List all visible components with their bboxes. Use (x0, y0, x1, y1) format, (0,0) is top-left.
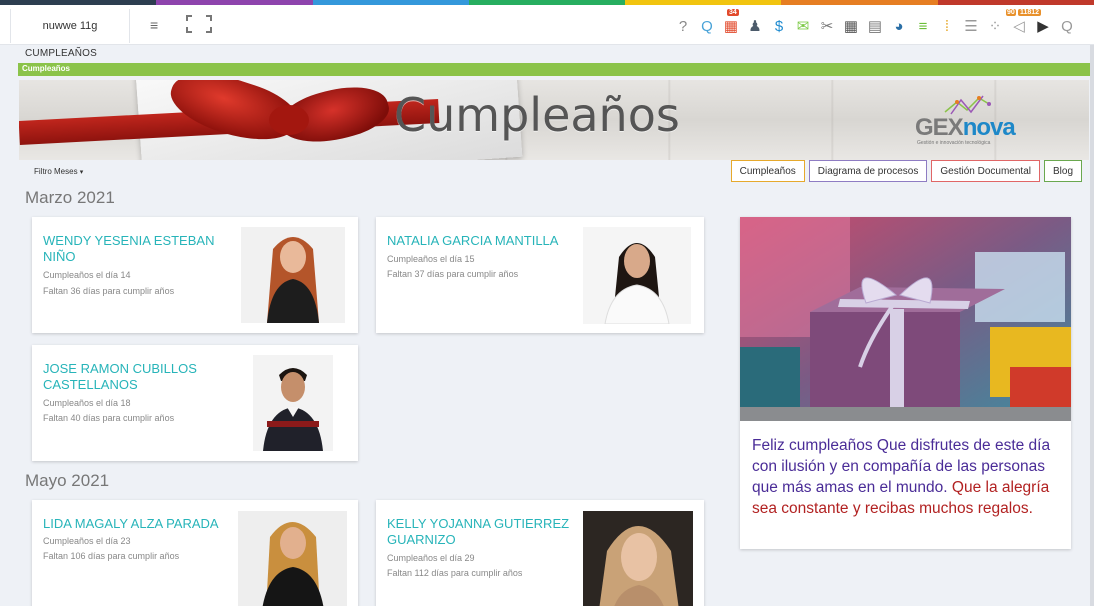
person-photo (583, 227, 691, 324)
birthday-day: Cumpleaños el día 29 (387, 553, 475, 563)
person-photo (238, 511, 347, 606)
birthday-card[interactable]: JOSE RAMON CUBILLOS CASTELLANOS Cumpleañ… (32, 345, 358, 461)
section-bar: Cumpleaños (18, 63, 1090, 76)
mail-icon[interactable]: ✉ (792, 15, 814, 37)
top-toolbar: ? Q ▦ 34 ♟ $ ✉ ✂ ▦ ▤ ◕ ≡ ⁞ ☰ ⁘ ◁ 90 11812 ▶ Q (672, 9, 1078, 39)
fullscreen-icon[interactable] (186, 15, 212, 33)
birthday-day: Cumpleaños el día 15 (387, 254, 475, 264)
birthday-card[interactable]: WENDY YESENIA ESTEBAN NIÑO Cumpleaños el… (32, 217, 358, 333)
banner-title: Cumpleaños (394, 88, 680, 142)
calculator-icon[interactable]: ▦ (840, 15, 862, 37)
dollar-icon[interactable]: $ (768, 15, 790, 37)
person-icon[interactable]: ♟ (744, 15, 766, 37)
birthday-day: Cumpleaños el día 23 (43, 536, 131, 546)
person-photo (583, 511, 693, 606)
logo-wordmark: GEXnova (915, 114, 1016, 141)
list-icon[interactable]: ☰ (960, 15, 982, 37)
section-bar-label: Cumpleaños (22, 64, 71, 73)
birthday-card[interactable]: NATALIA GARCIA MANTILLA Cumpleaños el dí… (376, 217, 704, 333)
gift-box-image (740, 217, 1071, 421)
page-heading: CUMPLEAÑOS (0, 45, 1094, 61)
play-box-icon[interactable]: ▶ (1032, 15, 1054, 37)
logo-mark-icon (944, 95, 991, 115)
person-name[interactable]: WENDY YESENIA ESTEBAN NIÑO (43, 233, 243, 265)
clipboard-icon[interactable]: ▤ (864, 15, 886, 37)
month-heading: Mayo 2021 (25, 471, 110, 490)
search-icon[interactable]: Q (1056, 15, 1078, 37)
person-photo (241, 227, 345, 323)
grid-apps-icon[interactable]: ⁞ (936, 15, 958, 37)
logo-tagline: Gestión e innovación tecnológica (917, 140, 991, 146)
birthday-message-card: Feliz cumpleaños Que disfrutes de este d… (740, 217, 1071, 549)
megaphone-icon[interactable]: ◁ 90 11812 (1006, 9, 1042, 37)
company-name: nuwwe 11g (42, 20, 98, 32)
dashboard-icon[interactable]: ◕ (888, 15, 910, 37)
tools-icon[interactable]: ✂ (816, 15, 838, 37)
days-remaining: Faltan 37 días para cumplir años (387, 269, 519, 279)
menu-toggle-icon[interactable]: ≡ (150, 17, 158, 33)
notification-badge: 90 (1006, 9, 1016, 16)
notification-badge: 34 (727, 9, 739, 16)
birthday-day: Cumpleaños el día 14 (43, 270, 131, 280)
birthday-card[interactable]: LIDA MAGALY ALZA PARADA Cumpleaños el dí… (32, 500, 358, 606)
apps-icon[interactable]: ⁘ (984, 15, 1006, 37)
birthday-banner: Cumpleaños GEXnova Gestión e innovación … (19, 80, 1089, 160)
quick-links: Cumpleaños Diagrama de procesos Gestión Do… (730, 160, 1082, 182)
quick-link-button[interactable]: Blog (1043, 160, 1082, 182)
gexnova-logo: GEXnova Gestión e innovación tecnológica (907, 90, 1017, 148)
person-photo (253, 355, 333, 451)
page-title: CUMPLEAÑOS (25, 48, 98, 59)
search-user-icon[interactable]: Q (696, 15, 718, 37)
days-remaining: Faltan 106 días para cumplir años (43, 551, 180, 561)
person-name[interactable]: KELLY YOJANNA GUTIERREZ GUARNIZO (387, 516, 587, 548)
database-icon[interactable]: ≡ (912, 15, 934, 37)
days-remaining: Faltan 36 días para cumplir años (43, 286, 175, 296)
person-name[interactable]: NATALIA GARCIA MANTILLA (387, 233, 587, 249)
page-scrollbar[interactable] (1090, 45, 1094, 606)
birthday-message: Feliz cumpleaños Que disfrutes de este d… (752, 437, 1051, 517)
help-icon[interactable]: ? (672, 15, 694, 37)
top-bar: nuwwe 11g ≡ ? Q ▦ 34 ♟ $ ✉ ✂ ▦ ▤ ◕ ≡ ⁞ ☰ ⁘ ◁ 90 11812 ▶ Q (0, 5, 1094, 45)
chevron-down-icon: ▾ (79, 169, 84, 176)
month-filter-dropdown[interactable]: Filtro Meses ▾ (34, 167, 83, 176)
quick-link-button[interactable]: Diagrama de procesos (808, 160, 928, 182)
person-name[interactable]: JOSE RAMON CUBILLOS CASTELLANOS (43, 361, 243, 393)
person-name[interactable]: LIDA MAGALY ALZA PARADA (43, 516, 243, 532)
birthday-day: Cumpleaños el día 18 (43, 398, 131, 408)
month-filter-label: Filtro Meses (34, 167, 78, 176)
quick-link-button[interactable]: Cumpleaños (730, 160, 805, 182)
days-remaining: Faltan 112 días para cumplir años (387, 568, 523, 578)
calendar-icon[interactable]: ▦ 34 (720, 9, 742, 37)
company-selector[interactable]: nuwwe 11g (10, 9, 130, 43)
birthday-card[interactable]: KELLY YOJANNA GUTIERREZ GUARNIZO Cumplea… (376, 500, 704, 606)
quick-link-button[interactable]: Gestión Documental (931, 160, 1040, 182)
days-remaining: Faltan 40 días para cumplir años (43, 413, 175, 423)
month-heading: Marzo 2021 (25, 188, 115, 207)
